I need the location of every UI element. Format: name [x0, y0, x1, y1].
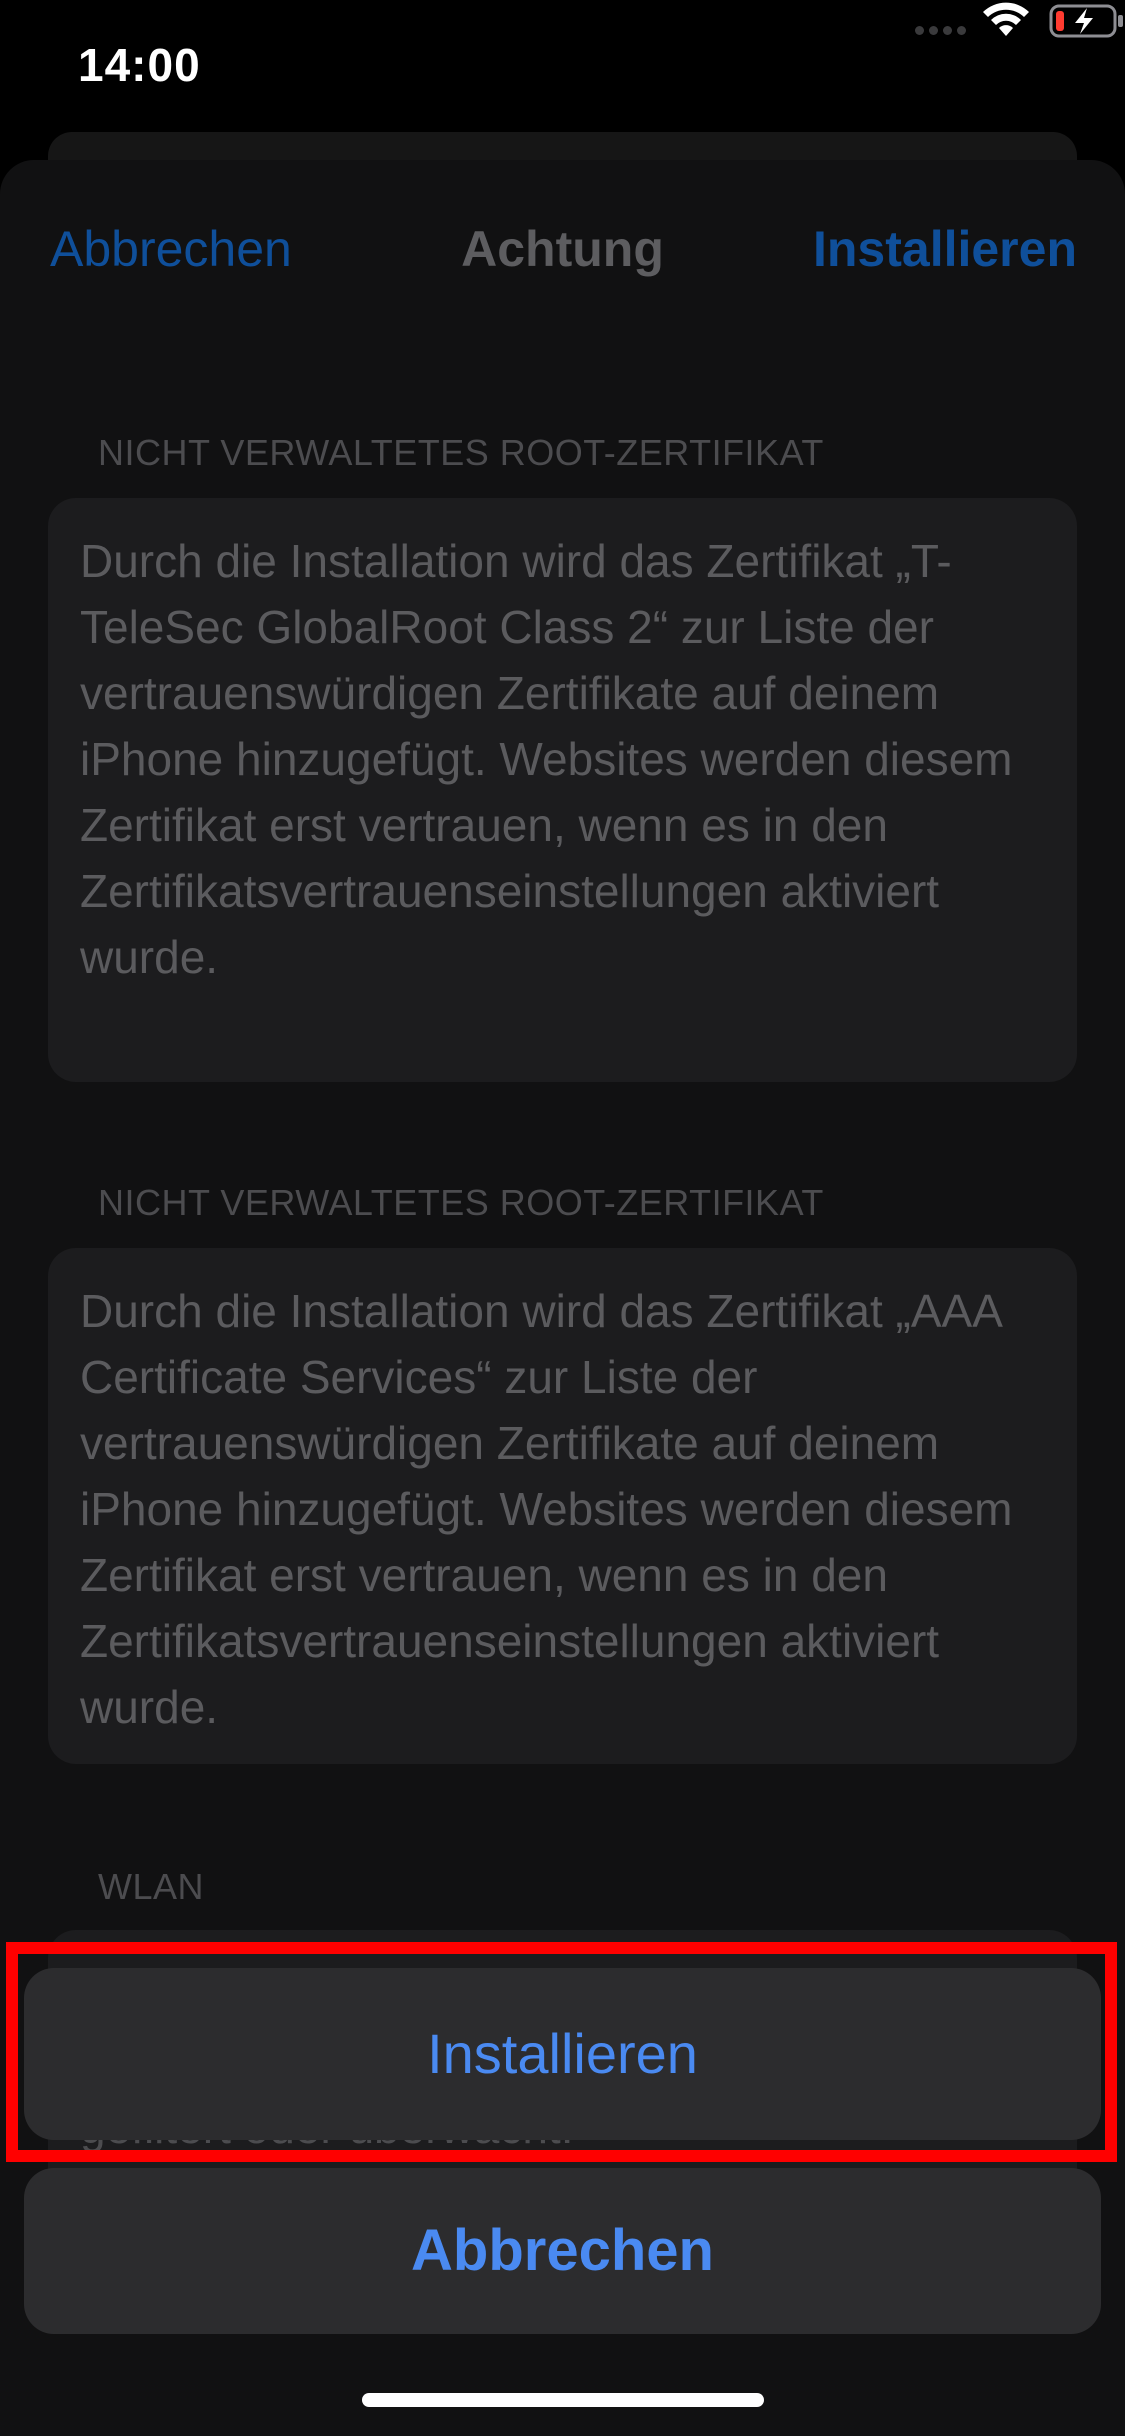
wifi-icon: [983, 2, 1029, 36]
screen: 14:00 Abbrechen Achtung Installieren NIC…: [0, 0, 1125, 2436]
certificate-warning-card: Durch die Installation wird das Zertifik…: [48, 1248, 1077, 1764]
status-time: 14:00: [78, 39, 201, 91]
cancel-button[interactable]: Abbrechen: [24, 2168, 1101, 2334]
battery-charging-icon: [1049, 4, 1123, 38]
home-indicator[interactable]: [362, 2393, 764, 2407]
section-header: NICHT VERWALTETES ROOT-ZERTIFIKAT: [98, 1182, 824, 1223]
highlight-box: [6, 1942, 1117, 2162]
status-bar: 14:00: [0, 0, 1125, 140]
certificate-warning-card: Durch die Installation wird das Zertifik…: [48, 498, 1077, 1082]
section-header: WLAN: [98, 1866, 205, 1907]
cellular-dots-icon: [915, 26, 967, 36]
section-header: NICHT VERWALTETES ROOT-ZERTIFIKAT: [98, 432, 824, 473]
navigation-bar: Abbrechen Achtung Installieren: [0, 160, 1125, 330]
nav-install-button[interactable]: Installieren: [813, 220, 1077, 278]
